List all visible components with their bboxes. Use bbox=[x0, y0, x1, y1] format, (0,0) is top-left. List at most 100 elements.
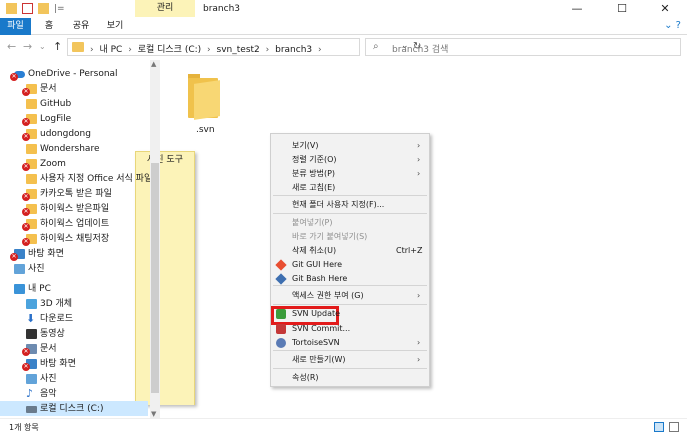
nav-item-label: 음악 bbox=[40, 389, 57, 399]
nav-item-label: Wondershare bbox=[40, 144, 100, 154]
nav-item-label: 내 PC bbox=[28, 284, 51, 294]
pictures-icon bbox=[14, 264, 25, 274]
nav-item-label: udongdong bbox=[40, 129, 91, 139]
sync-error-icon: ✕ bbox=[22, 88, 30, 96]
menu-item-paste-shortcut[interactable]: 바로 가기 붙여넣기(S) bbox=[271, 230, 429, 244]
nav-scrollbar[interactable]: ▲ ▼ bbox=[150, 60, 160, 418]
nav-item-label: 바탕 화면 bbox=[28, 249, 64, 259]
menu-item-label: 삭제 취소(U) bbox=[292, 246, 337, 255]
menu-separator bbox=[273, 368, 427, 369]
tortoisesvn-icon bbox=[276, 338, 286, 348]
menu-item-new[interactable]: 새로 만들기(W) › bbox=[271, 353, 429, 367]
menu-item-refresh[interactable]: 새로 고침(E) bbox=[271, 181, 429, 195]
close-button[interactable]: ✕ bbox=[643, 0, 687, 18]
nav-item-label: LogFile bbox=[40, 114, 72, 124]
navigation-pane: ✕ OneDrive - Personal ✕ 문서 GitHub ✕ LogFile ✕ ud… bbox=[0, 60, 160, 418]
menu-item-label: 새로 고침(E) bbox=[292, 183, 336, 192]
menu-item-git-bash[interactable]: Git Bash Here bbox=[271, 272, 429, 286]
folder-icon[interactable] bbox=[186, 72, 224, 122]
menu-item-customize-folder[interactable]: 현재 폴더 사용자 지정(F)... bbox=[271, 198, 429, 212]
properties-icon[interactable] bbox=[22, 3, 33, 14]
menu-item-give-access[interactable]: 액세스 권한 부여 (G) › bbox=[271, 289, 429, 303]
menu-item-svn-update[interactable]: SVN Update bbox=[271, 307, 429, 321]
menu-item-properties[interactable]: 속성(R) bbox=[271, 371, 429, 385]
3d-objects-icon bbox=[26, 299, 37, 309]
menu-item-label: 속성(R) bbox=[292, 373, 319, 382]
folder-icon bbox=[6, 3, 17, 14]
large-icons-view-icon[interactable] bbox=[669, 422, 679, 432]
nav-item-label: 로컬 디스크 (C:) bbox=[40, 404, 104, 414]
tab-share[interactable]: 공유 bbox=[66, 18, 96, 35]
sync-error-icon: ✕ bbox=[10, 73, 18, 81]
menu-item-sort-by[interactable]: 정렬 기준(O) › bbox=[271, 153, 429, 167]
ribbon-expand-icon[interactable]: ⌄ ? bbox=[664, 20, 681, 31]
drive-icon bbox=[26, 406, 37, 413]
scroll-down-icon[interactable]: ▼ bbox=[151, 410, 156, 418]
file-item-label[interactable]: .svn bbox=[196, 125, 215, 135]
sync-error-icon: ✕ bbox=[22, 363, 30, 371]
submenu-arrow-icon: › bbox=[417, 291, 421, 300]
explorer-window: |= 관리 branch3 — ☐ ✕ 파일 홈 공유 보기 사진 도구 ⌄ ?… bbox=[0, 0, 687, 435]
menu-item-label: TortoiseSVN bbox=[292, 338, 340, 347]
quick-access-customize[interactable]: |= bbox=[54, 4, 65, 14]
folder-icon bbox=[26, 99, 37, 109]
menu-item-undo-delete[interactable]: 삭제 취소(U) Ctrl+Z bbox=[271, 244, 429, 258]
nav-item-label: 문서 bbox=[40, 344, 57, 354]
search-input[interactable]: ⌕ branch3 검색 bbox=[365, 38, 681, 56]
tab-home[interactable]: 홈 bbox=[36, 18, 62, 35]
window-title: branch3 bbox=[203, 4, 241, 14]
menu-item-label: 붙여넣기(P) bbox=[292, 218, 333, 227]
menu-item-label: SVN Commit... bbox=[292, 324, 351, 333]
breadcrumb-item[interactable]: svn_test2 bbox=[217, 45, 260, 55]
video-icon bbox=[26, 329, 37, 339]
up-button[interactable]: ↑ bbox=[53, 40, 62, 53]
tab-view[interactable]: 보기 bbox=[100, 18, 130, 35]
sync-error-icon: ✕ bbox=[22, 118, 30, 126]
address-bar[interactable]: › 내 PC › 로컬 디스크 (C:) › svn_test2 › branc… bbox=[67, 38, 421, 56]
sync-error-icon: ✕ bbox=[22, 133, 30, 141]
folder-icon bbox=[72, 42, 84, 52]
menu-item-tortoisesvn[interactable]: TortoiseSVN › bbox=[271, 336, 429, 350]
search-placeholder: branch3 검색 bbox=[392, 45, 449, 55]
sync-error-icon: ✕ bbox=[22, 223, 30, 231]
music-icon: ♪ bbox=[26, 387, 34, 400]
git-gui-icon bbox=[275, 259, 287, 271]
breadcrumb-item[interactable]: 내 PC bbox=[99, 45, 122, 55]
breadcrumb-item[interactable]: branch3 bbox=[275, 45, 312, 55]
contextual-tab-group: 관리 bbox=[135, 0, 195, 17]
sync-error-icon: ✕ bbox=[22, 208, 30, 216]
menu-item-label: Git Bash Here bbox=[292, 274, 348, 283]
sync-error-icon: ✕ bbox=[22, 193, 30, 201]
menu-separator bbox=[273, 195, 427, 196]
nav-item-label: 하이웍스 받은파일 bbox=[40, 204, 110, 214]
scroll-up-icon[interactable]: ▲ bbox=[151, 60, 156, 68]
menu-separator bbox=[273, 350, 427, 351]
git-bash-icon bbox=[275, 273, 287, 285]
nav-item-label: Zoom bbox=[40, 159, 66, 169]
svn-commit-icon bbox=[276, 324, 286, 334]
nav-item-label: 사진 bbox=[28, 264, 45, 274]
menu-item-label: 보기(V) bbox=[292, 141, 319, 150]
back-button[interactable]: ← bbox=[7, 40, 16, 53]
maximize-button[interactable]: ☐ bbox=[600, 0, 644, 18]
nav-item-label: 동영상 bbox=[40, 329, 65, 339]
menu-item-group-by[interactable]: 분류 방법(P) › bbox=[271, 167, 429, 181]
scrollbar-thumb[interactable] bbox=[151, 163, 159, 393]
menu-item-view[interactable]: 보기(V) › bbox=[271, 139, 429, 153]
submenu-arrow-icon: › bbox=[417, 141, 421, 150]
menu-item-svn-commit[interactable]: SVN Commit... bbox=[271, 322, 429, 336]
forward-button[interactable]: → bbox=[23, 40, 32, 53]
menu-separator bbox=[273, 213, 427, 214]
nav-item-label: 3D 개체 bbox=[40, 299, 73, 309]
recent-locations-button[interactable]: ⌄ bbox=[39, 42, 46, 51]
tab-file[interactable]: 파일 bbox=[0, 18, 31, 35]
details-view-icon[interactable] bbox=[654, 422, 664, 432]
new-folder-icon[interactable] bbox=[38, 3, 49, 14]
menu-item-paste[interactable]: 붙여넣기(P) bbox=[271, 216, 429, 230]
menu-item-label: 바로 가기 붙여넣기(S) bbox=[292, 232, 368, 241]
menu-item-git-gui[interactable]: Git GUI Here bbox=[271, 258, 429, 272]
nav-item-label: 다운로드 bbox=[40, 314, 74, 324]
ribbon-tabs: 파일 홈 공유 보기 사진 도구 ⌄ ? bbox=[0, 18, 687, 405]
minimize-button[interactable]: — bbox=[555, 0, 599, 18]
breadcrumb-item[interactable]: 로컬 디스크 (C:) bbox=[138, 45, 201, 55]
